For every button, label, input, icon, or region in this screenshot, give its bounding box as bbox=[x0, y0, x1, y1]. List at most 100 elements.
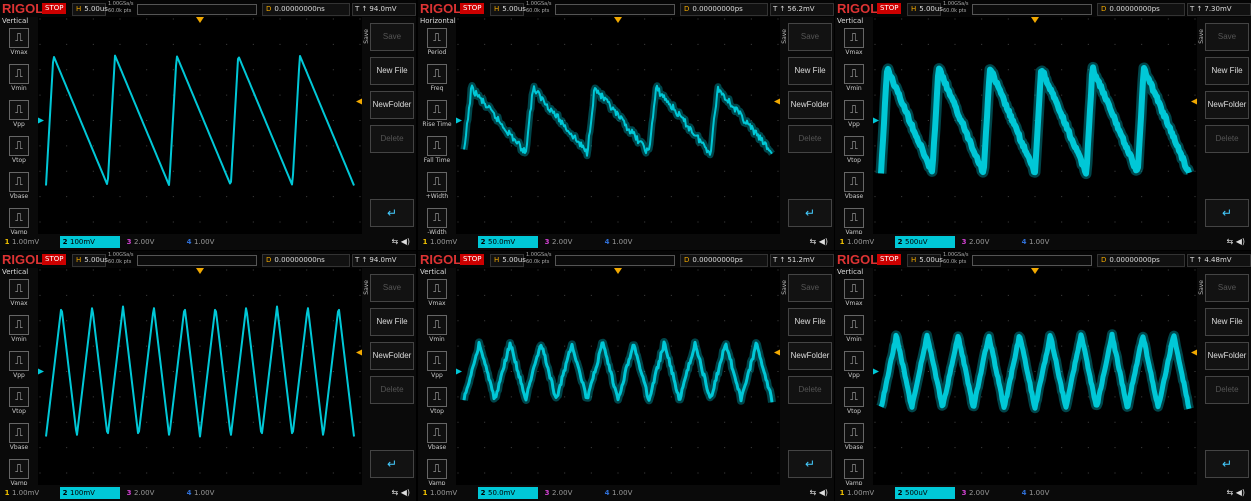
back-arrow-icon[interactable]: ↵ bbox=[788, 450, 832, 478]
newfolder-button[interactable]: NewFolder bbox=[1205, 342, 1249, 370]
channel-3-setting[interactable]: 3 2.00V bbox=[124, 236, 180, 248]
ch2-offset-marker[interactable] bbox=[873, 368, 879, 375]
channel-1-setting[interactable]: 1 1.00mV bbox=[837, 236, 893, 248]
run-stop-status[interactable]: STOP bbox=[877, 3, 902, 14]
channel-1-setting[interactable]: 1 1.00mV bbox=[2, 487, 58, 499]
measure-item-vbase[interactable]: ⎍ Vbase bbox=[418, 423, 456, 457]
delete-button[interactable]: Delete bbox=[1205, 125, 1249, 153]
delete-button[interactable]: Delete bbox=[370, 376, 414, 404]
new-file-button[interactable]: New File bbox=[370, 57, 414, 85]
run-stop-status[interactable]: STOP bbox=[460, 3, 485, 14]
measure-item-vtop[interactable]: ⎍ Vtop bbox=[835, 387, 873, 421]
channel-2-setting[interactable]: 2 500uV bbox=[895, 487, 955, 499]
measure-item-vpp[interactable]: ⎍ Vpp bbox=[835, 351, 873, 385]
delete-button[interactable]: Delete bbox=[370, 125, 414, 153]
channel-3-setting[interactable]: 3 2.00V bbox=[959, 236, 1015, 248]
channel-4-setting[interactable]: 4 1.00V bbox=[184, 487, 240, 499]
measure-item-vtop[interactable]: ⎍ Vtop bbox=[0, 136, 38, 170]
channel-1-setting[interactable]: 1 1.00mV bbox=[837, 487, 893, 499]
timebase-readout[interactable]: H 5.00us bbox=[490, 3, 526, 16]
measure-item-vtop[interactable]: ⎍ Vtop bbox=[0, 387, 38, 421]
measure-item-vmin[interactable]: ⎍ Vmin bbox=[0, 64, 38, 98]
trigger-position-marker[interactable] bbox=[196, 268, 204, 274]
newfolder-button[interactable]: NewFolder bbox=[370, 91, 414, 119]
run-stop-status[interactable]: STOP bbox=[42, 254, 67, 265]
trigger-level-readout[interactable]: T ↑ 4.48mV bbox=[1187, 254, 1251, 267]
trigger-position-marker[interactable] bbox=[614, 17, 622, 23]
measure-item--width[interactable]: ⎍ +Width bbox=[418, 172, 456, 206]
trigger-level-readout[interactable]: T ↑ 51.2mV bbox=[770, 254, 834, 267]
save-button[interactable]: Save bbox=[1205, 274, 1249, 302]
measure-item-vbase[interactable]: ⎍ Vbase bbox=[0, 423, 38, 457]
timebase-readout[interactable]: H 5.00us bbox=[907, 254, 943, 267]
channel-3-setting[interactable]: 3 2.00V bbox=[542, 236, 598, 248]
trigger-delay-readout[interactable]: D 0.00000000ns bbox=[262, 254, 350, 267]
new-file-button[interactable]: New File bbox=[788, 308, 832, 336]
measure-item-fall-time[interactable]: ⎍ Fall Time bbox=[418, 136, 456, 170]
timebase-readout[interactable]: H 5.00us bbox=[907, 3, 943, 16]
measure-item-vbase[interactable]: ⎍ Vbase bbox=[0, 172, 38, 206]
timebase-readout[interactable]: H 5.00us bbox=[72, 3, 108, 16]
channel-2-setting[interactable]: 2 50.0mV bbox=[478, 236, 538, 248]
measure-item-vpp[interactable]: ⎍ Vpp bbox=[0, 100, 38, 134]
new-file-button[interactable]: New File bbox=[370, 308, 414, 336]
trigger-position-marker[interactable] bbox=[196, 17, 204, 23]
channel-3-setting[interactable]: 3 2.00V bbox=[959, 487, 1015, 499]
delete-button[interactable]: Delete bbox=[788, 376, 832, 404]
trigger-delay-readout[interactable]: D 0.00000000ns bbox=[262, 3, 350, 16]
channel-4-setting[interactable]: 4 1.00V bbox=[1019, 236, 1075, 248]
channel-1-setting[interactable]: 1 1.00mV bbox=[420, 487, 476, 499]
new-file-button[interactable]: New File bbox=[1205, 57, 1249, 85]
trigger-position-marker[interactable] bbox=[1031, 17, 1039, 23]
channel-4-setting[interactable]: 4 1.00V bbox=[1019, 487, 1075, 499]
measure-item-vmin[interactable]: ⎍ Vmin bbox=[0, 315, 38, 349]
measure-item-vmin[interactable]: ⎍ Vmin bbox=[418, 315, 456, 349]
run-stop-status[interactable]: STOP bbox=[42, 3, 67, 14]
channel-1-setting[interactable]: 1 1.00mV bbox=[2, 236, 58, 248]
channel-2-setting[interactable]: 2 100mV bbox=[60, 236, 120, 248]
measure-item-rise-time[interactable]: ⎍ Rise Time bbox=[418, 100, 456, 134]
measure-item-vmin[interactable]: ⎍ Vmin bbox=[835, 64, 873, 98]
trigger-level-readout[interactable]: T ↑ 56.2mV bbox=[770, 3, 834, 16]
run-stop-status[interactable]: STOP bbox=[877, 254, 902, 265]
trigger-delay-readout[interactable]: D 0.00000000ps bbox=[680, 254, 768, 267]
measure-item-vbase[interactable]: ⎍ Vbase bbox=[835, 172, 873, 206]
measure-item-vpp[interactable]: ⎍ Vpp bbox=[0, 351, 38, 385]
new-file-button[interactable]: New File bbox=[1205, 308, 1249, 336]
save-button[interactable]: Save bbox=[370, 274, 414, 302]
channel-3-setting[interactable]: 3 2.00V bbox=[124, 487, 180, 499]
trigger-delay-readout[interactable]: D 0.00000000ps bbox=[680, 3, 768, 16]
measure-item-vmax[interactable]: ⎍ Vmax bbox=[0, 28, 38, 62]
trigger-position-marker[interactable] bbox=[1031, 268, 1039, 274]
measure-item-vbase[interactable]: ⎍ Vbase bbox=[835, 423, 873, 457]
back-arrow-icon[interactable]: ↵ bbox=[370, 199, 414, 227]
channel-3-setting[interactable]: 3 2.00V bbox=[542, 487, 598, 499]
channel-1-setting[interactable]: 1 1.00mV bbox=[420, 236, 476, 248]
newfolder-button[interactable]: NewFolder bbox=[788, 342, 832, 370]
back-arrow-icon[interactable]: ↵ bbox=[370, 450, 414, 478]
delete-button[interactable]: Delete bbox=[788, 125, 832, 153]
back-arrow-icon[interactable]: ↵ bbox=[1205, 450, 1249, 478]
ch2-offset-marker[interactable] bbox=[873, 117, 879, 124]
back-arrow-icon[interactable]: ↵ bbox=[788, 199, 832, 227]
delete-button[interactable]: Delete bbox=[1205, 376, 1249, 404]
new-file-button[interactable]: New File bbox=[788, 57, 832, 85]
measure-item-vmax[interactable]: ⎍ Vmax bbox=[835, 28, 873, 62]
trigger-position-marker[interactable] bbox=[614, 268, 622, 274]
newfolder-button[interactable]: NewFolder bbox=[1205, 91, 1249, 119]
trigger-level-readout[interactable]: T ↑ 94.0mV bbox=[352, 3, 416, 16]
channel-4-setting[interactable]: 4 1.00V bbox=[184, 236, 240, 248]
measure-item-vmax[interactable]: ⎍ Vmax bbox=[0, 279, 38, 313]
ch2-offset-marker[interactable] bbox=[456, 117, 462, 124]
measure-item-vmax[interactable]: ⎍ Vmax bbox=[835, 279, 873, 313]
measure-item-vtop[interactable]: ⎍ Vtop bbox=[418, 387, 456, 421]
ch2-offset-marker[interactable] bbox=[38, 117, 44, 124]
trigger-delay-readout[interactable]: D 0.00000000ps bbox=[1097, 254, 1185, 267]
run-stop-status[interactable]: STOP bbox=[460, 254, 485, 265]
ch2-offset-marker[interactable] bbox=[38, 368, 44, 375]
measure-item-vtop[interactable]: ⎍ Vtop bbox=[835, 136, 873, 170]
channel-2-setting[interactable]: 2 100mV bbox=[60, 487, 120, 499]
newfolder-button[interactable]: NewFolder bbox=[370, 342, 414, 370]
channel-4-setting[interactable]: 4 1.00V bbox=[602, 236, 658, 248]
ch2-offset-marker[interactable] bbox=[456, 368, 462, 375]
